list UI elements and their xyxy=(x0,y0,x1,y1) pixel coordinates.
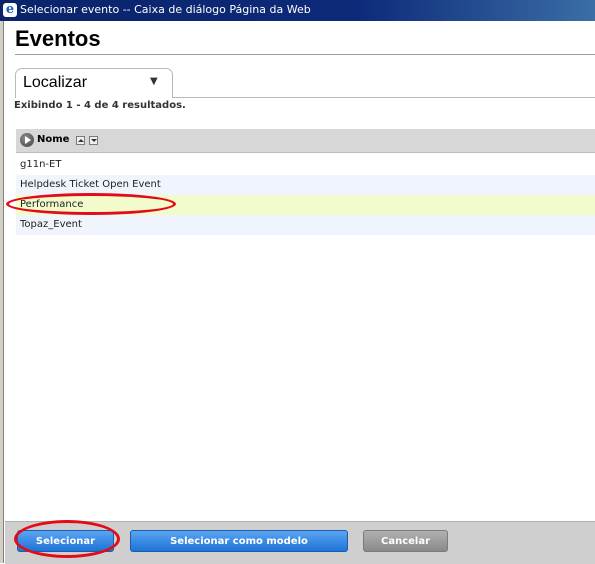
ie-icon: e xyxy=(3,3,17,17)
dialog-content: Eventos Localizar ▼ Exibindo 1 - 4 de 4 … xyxy=(5,21,595,521)
tab-localizar[interactable]: Localizar ▼ xyxy=(15,68,173,98)
cancel-button[interactable]: Cancelar xyxy=(363,530,448,552)
sort-ascending-icon[interactable] xyxy=(76,136,85,145)
table-row[interactable]: Topaz_Event xyxy=(16,215,595,235)
play-icon[interactable] xyxy=(20,133,34,147)
sort-descending-icon[interactable] xyxy=(89,136,98,145)
table-row-selected[interactable]: Performance xyxy=(16,195,595,215)
table-row[interactable]: g11n-ET xyxy=(16,155,595,175)
button-bar: Selecionar Selecionar como modelo Cancel… xyxy=(5,521,595,564)
window-title: Selecionar evento -- Caixa de diálogo Pá… xyxy=(20,3,311,16)
event-name: Topaz_Event xyxy=(20,219,82,230)
tab-divider xyxy=(173,97,595,98)
table-header: Nome xyxy=(16,129,595,153)
column-header-nome[interactable]: Nome xyxy=(37,134,69,145)
event-name: Performance xyxy=(20,199,84,210)
page-title: Eventos xyxy=(15,26,101,51)
title-divider xyxy=(15,54,595,55)
table-row[interactable]: Helpdesk Ticket Open Event xyxy=(16,175,595,195)
select-button[interactable]: Selecionar xyxy=(17,530,114,552)
select-as-template-button[interactable]: Selecionar como modelo xyxy=(130,530,348,552)
tab-label: Localizar xyxy=(23,74,88,91)
window-frame xyxy=(0,21,4,563)
results-count: Exibindo 1 - 4 de 4 resultados. xyxy=(14,100,186,111)
window-title-bar: e Selecionar evento -- Caixa de diálogo … xyxy=(0,0,595,21)
event-name: Helpdesk Ticket Open Event xyxy=(20,179,161,190)
event-name: g11n-ET xyxy=(20,159,62,170)
caret-down-icon[interactable]: ▼ xyxy=(150,76,158,87)
